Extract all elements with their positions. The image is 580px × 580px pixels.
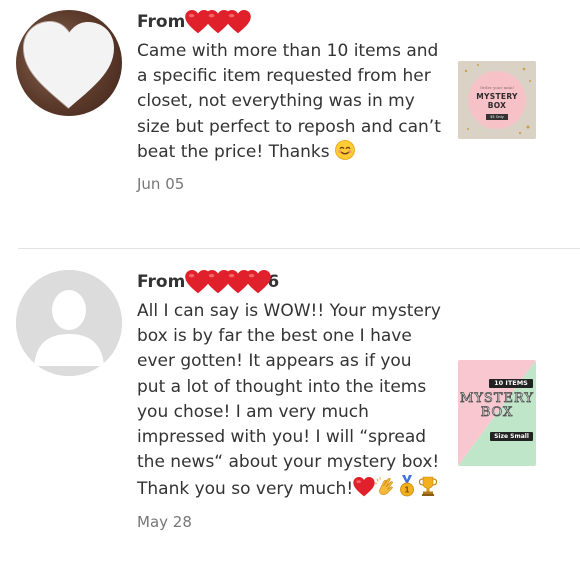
product-title: MYSTERY BOX <box>458 92 536 110</box>
clapping-hands-icon <box>375 477 394 496</box>
product-title: MYSTERY BOX <box>458 391 536 420</box>
heart-icon <box>225 10 251 34</box>
review-text: All I can say is WOW!! Your mystery box … <box>137 299 442 503</box>
svg-text:1: 1 <box>404 486 410 495</box>
review-author[interactable]: From <box>137 8 442 36</box>
product-button: $5 Only <box>486 114 508 120</box>
product-thumbnail[interactable]: 10 ITEMS MYSTERY BOX Size Small <box>458 360 536 466</box>
review-date: Jun 05 <box>137 175 185 194</box>
product-title-line2: BOX <box>480 405 514 420</box>
product-title-line1: MYSTERY <box>460 391 534 406</box>
product-badge-top: 10 ITEMS <box>489 379 533 388</box>
review-divider <box>18 248 580 249</box>
review-author[interactable]: From 6 <box>137 268 442 296</box>
product-title-line2: BOX <box>487 101 507 110</box>
review-item: From Came with more than 10 items and a … <box>0 0 580 248</box>
product-thumbnail[interactable]: Order your mini! MYSTERY BOX $5 Only <box>458 61 536 139</box>
heart-icon <box>353 477 375 497</box>
trophy-icon <box>419 477 438 497</box>
review-body: From 6 All I can say is WOW!! Your myste… <box>137 268 442 531</box>
smiling-face-icon <box>335 139 355 160</box>
review-body: From Came with more than 10 items and a … <box>137 8 442 193</box>
redacted-name <box>185 10 251 34</box>
heart-icon <box>245 270 271 294</box>
review-text: Came with more than 10 items and a speci… <box>137 39 442 165</box>
from-label: From <box>137 272 186 292</box>
from-label: From <box>137 12 186 32</box>
review-text-content: All I can say is WOW!! Your mystery box … <box>137 301 441 500</box>
reviewer-avatar-placeholder[interactable] <box>16 270 122 376</box>
product-badge-bottom: Size Small <box>490 432 533 441</box>
gold-medal-icon: 1 <box>400 475 415 497</box>
product-title-line1: MYSTERY <box>476 92 518 101</box>
review-text-content: Came with more than 10 items and a speci… <box>137 41 441 162</box>
review-date: May 28 <box>137 512 192 531</box>
product-small-text: Order your mini! <box>479 85 515 90</box>
reviewer-avatar[interactable] <box>16 10 122 116</box>
review-item: From 6 All I can say is WOW!! Your myste… <box>0 250 580 580</box>
redacted-name <box>185 270 271 294</box>
